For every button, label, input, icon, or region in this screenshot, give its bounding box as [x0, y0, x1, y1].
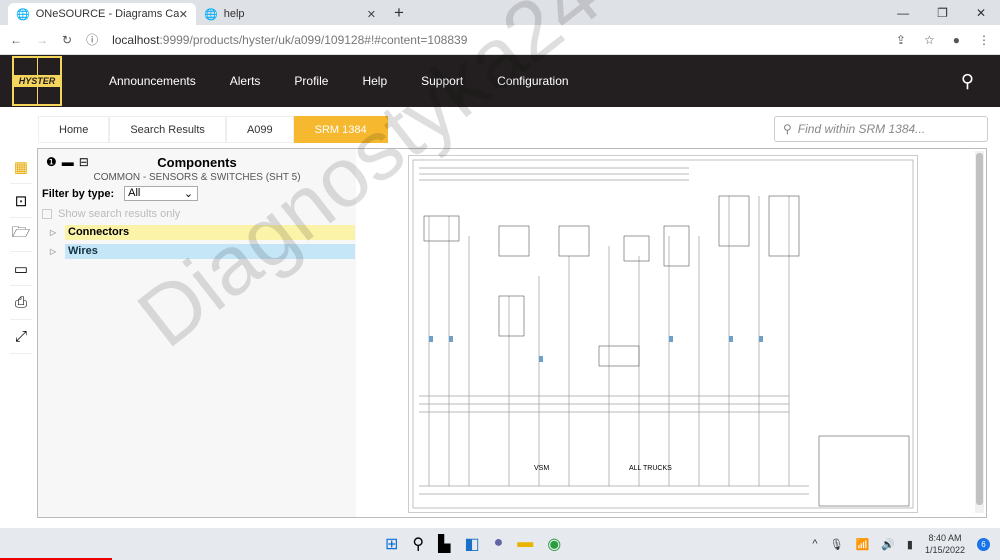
profile-icon[interactable]: ● — [953, 33, 960, 47]
widgets-icon[interactable]: ◧ — [464, 534, 479, 554]
info-icon: ⓘ — [86, 33, 99, 47]
battery-icon[interactable]: ▮ — [907, 538, 913, 551]
browser-tab[interactable]: 🌐ONeSOURCE - Diagrams Catalog✕ — [8, 3, 196, 25]
nav-support[interactable]: Support — [404, 74, 480, 88]
clock[interactable]: 8:40 AM 1/15/2022 — [925, 532, 965, 556]
hyster-logo[interactable]: HYSTER — [12, 56, 62, 106]
print-icon[interactable]: ⎙ — [10, 286, 32, 320]
left-toolbar: ▦ ⊡ 🗁 ▭ ⎙ ⤢ — [10, 150, 32, 354]
search-icon[interactable]: ⚲ — [412, 534, 424, 554]
close-tab-icon[interactable]: ✕ — [367, 8, 376, 21]
taskbar: ⊞ ⚲ ▙ ◧ ● ▬ ◉ ^ 🎙 📶 🔊 ▮ 8:40 AM 1/15/2022… — [0, 528, 1000, 560]
browser-tab[interactable]: 🌐 help ✕ — [196, 3, 384, 25]
globe-icon: 🌐 — [16, 8, 30, 21]
vertical-scrollbar[interactable] — [975, 151, 984, 513]
diagram-drawing: VSM ALL TRUCKS — [412, 159, 914, 509]
task-view-icon[interactable]: ▙ — [438, 534, 450, 554]
chrome-icon[interactable]: ◉ — [547, 534, 561, 554]
wiring-diagram[interactable]: VSM ALL TRUCKS — [408, 155, 918, 513]
nav-help[interactable]: Help — [345, 74, 404, 88]
tree-item-connectors[interactable]: ▷ Connectors — [50, 225, 355, 240]
filter-label: Filter by type: — [42, 187, 115, 200]
tree-item-wires[interactable]: ▷ Wires — [50, 244, 355, 259]
expand-arrow-icon: ▷ — [50, 247, 57, 256]
file-explorer-icon[interactable]: ▬ — [517, 534, 533, 554]
minimize-icon[interactable]: — — [897, 6, 909, 20]
schematic-icon[interactable]: ⊡ — [10, 184, 32, 218]
find-within-input[interactable]: ⚲ Find within SRM 1384... — [774, 116, 988, 142]
wifi-icon[interactable]: 📶 — [855, 538, 869, 551]
diagram-label-all-trucks: ALL TRUCKS — [629, 465, 672, 472]
nav-announcements[interactable]: Announcements — [92, 74, 213, 88]
url-input[interactable]: localhost:9999/products/hyster/uk/a099/1… — [112, 33, 467, 47]
nav-alerts[interactable]: Alerts — [213, 74, 278, 88]
expand-icon[interactable]: ⤢ — [10, 320, 32, 354]
top-nav: HYSTER Announcements Alerts Profile Help… — [0, 55, 1000, 107]
connector-icon[interactable]: ▦ — [10, 150, 32, 184]
ruler-icon[interactable]: ▭ — [10, 252, 32, 286]
show-search-results-checkbox[interactable]: Show search results only — [42, 208, 180, 220]
content-panel: ❶ ▬ ⊟ Components COMMON - SENSORS & SWITCH… — [37, 148, 987, 518]
breadcrumb-a099[interactable]: A099 — [225, 116, 294, 143]
menu-icon[interactable]: ⋮ — [978, 33, 990, 47]
components-panel: ❶ ▬ ⊟ Components COMMON - SENSORS & SWITCH… — [38, 149, 356, 517]
search-icon[interactable]: ⚲ — [961, 71, 974, 92]
forward-icon[interactable]: → — [36, 33, 48, 47]
volume-icon[interactable]: 🔊 — [881, 538, 895, 551]
reload-icon[interactable]: ↻ — [62, 33, 72, 47]
new-tab-button[interactable]: + — [394, 3, 404, 23]
microphone-icon[interactable]: 🎙 — [830, 538, 844, 551]
breadcrumb-current: SRM 1384 — [293, 116, 388, 143]
share-icon[interactable]: ⇪ — [896, 33, 906, 47]
breadcrumb: Home Search Results A099 SRM 1384 — [38, 116, 388, 143]
restore-icon[interactable]: ❐ — [937, 6, 948, 20]
globe-icon: 🌐 — [204, 8, 218, 21]
nav-profile[interactable]: Profile — [277, 74, 345, 88]
back-icon[interactable]: ← — [10, 33, 22, 47]
diagram-label-vsm: VSM — [534, 465, 549, 472]
close-window-icon[interactable]: ✕ — [976, 6, 986, 20]
windows-start-icon[interactable]: ⊞ — [385, 534, 398, 554]
filter-type-select[interactable]: All ⌄ — [124, 186, 199, 201]
search-icon: ⚲ — [783, 122, 792, 136]
address-bar: ← → ↻ ⓘ localhost:9999/products/hyster/uk/… — [0, 25, 1000, 55]
breadcrumb-search-results[interactable]: Search Results — [109, 116, 226, 143]
components-title: Components — [157, 155, 237, 170]
folder-icon[interactable]: 🗁 — [10, 218, 32, 252]
star-icon[interactable]: ☆ — [924, 33, 935, 47]
components-subtitle: COMMON - SENSORS & SWITCHES (SHT 5) — [93, 172, 301, 183]
chevron-up-icon[interactable]: ^ — [812, 538, 817, 550]
browser-tab-bar: 🌐ONeSOURCE - Diagrams Catalog✕ 🌐help✕ + … — [0, 0, 1000, 25]
chat-icon[interactable]: ● — [494, 534, 504, 554]
breadcrumb-home[interactable]: Home — [38, 116, 110, 143]
nav-configuration[interactable]: Configuration — [480, 74, 585, 88]
notification-badge[interactable]: 6 — [977, 537, 990, 551]
close-tab-icon[interactable]: ✕ — [179, 8, 188, 21]
chevron-down-icon: ⌄ — [183, 188, 194, 200]
expand-arrow-icon: ▷ — [50, 228, 57, 237]
